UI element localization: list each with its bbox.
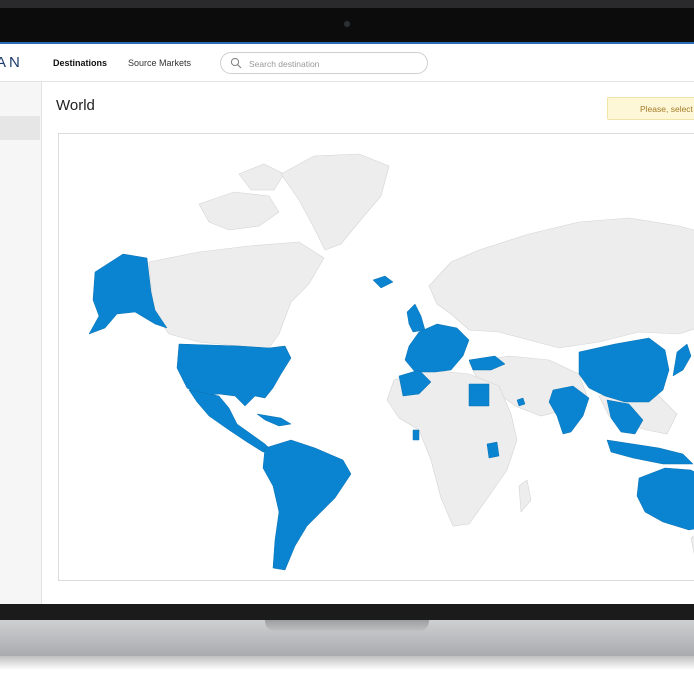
region-egypt[interactable] bbox=[468, 383, 490, 407]
bezel-top-edge bbox=[0, 0, 694, 8]
search-input[interactable] bbox=[247, 55, 421, 73]
world-map[interactable] bbox=[59, 134, 694, 581]
sidebar-item-selected[interactable] bbox=[0, 116, 40, 140]
nav-source-markets[interactable]: Source Markets bbox=[128, 58, 191, 68]
app-screen: AN Destinations Source Markets World Ple… bbox=[0, 42, 694, 604]
camera-icon bbox=[344, 21, 350, 27]
region-indonesia[interactable] bbox=[606, 439, 694, 465]
region-iceland[interactable] bbox=[372, 275, 394, 289]
alert-text: Please, select bbox=[640, 104, 693, 114]
region-ghana[interactable] bbox=[412, 429, 420, 441]
laptop-hinge bbox=[0, 604, 694, 620]
search-box[interactable] bbox=[220, 52, 428, 74]
region-japan[interactable] bbox=[672, 343, 692, 377]
search-icon bbox=[230, 57, 242, 69]
world-map-card bbox=[58, 133, 694, 581]
region-kenya[interactable] bbox=[486, 441, 500, 459]
laptop-shadow bbox=[0, 656, 694, 670]
region-india[interactable] bbox=[548, 385, 590, 435]
top-navigation: AN Destinations Source Markets bbox=[0, 42, 694, 82]
region-china[interactable] bbox=[578, 337, 670, 403]
nav-destinations[interactable]: Destinations bbox=[53, 58, 107, 68]
logo[interactable]: AN bbox=[0, 54, 23, 71]
sidebar bbox=[0, 82, 42, 604]
region-united-kingdom[interactable] bbox=[406, 303, 426, 333]
region-australia[interactable] bbox=[636, 467, 694, 531]
page-title: World bbox=[56, 97, 95, 114]
region-mexico[interactable] bbox=[188, 389, 274, 453]
region-caribbean[interactable] bbox=[256, 413, 292, 427]
selection-alert: Please, select bbox=[607, 97, 694, 120]
laptop-open-notch bbox=[265, 620, 429, 631]
region-south-america[interactable] bbox=[262, 439, 352, 571]
